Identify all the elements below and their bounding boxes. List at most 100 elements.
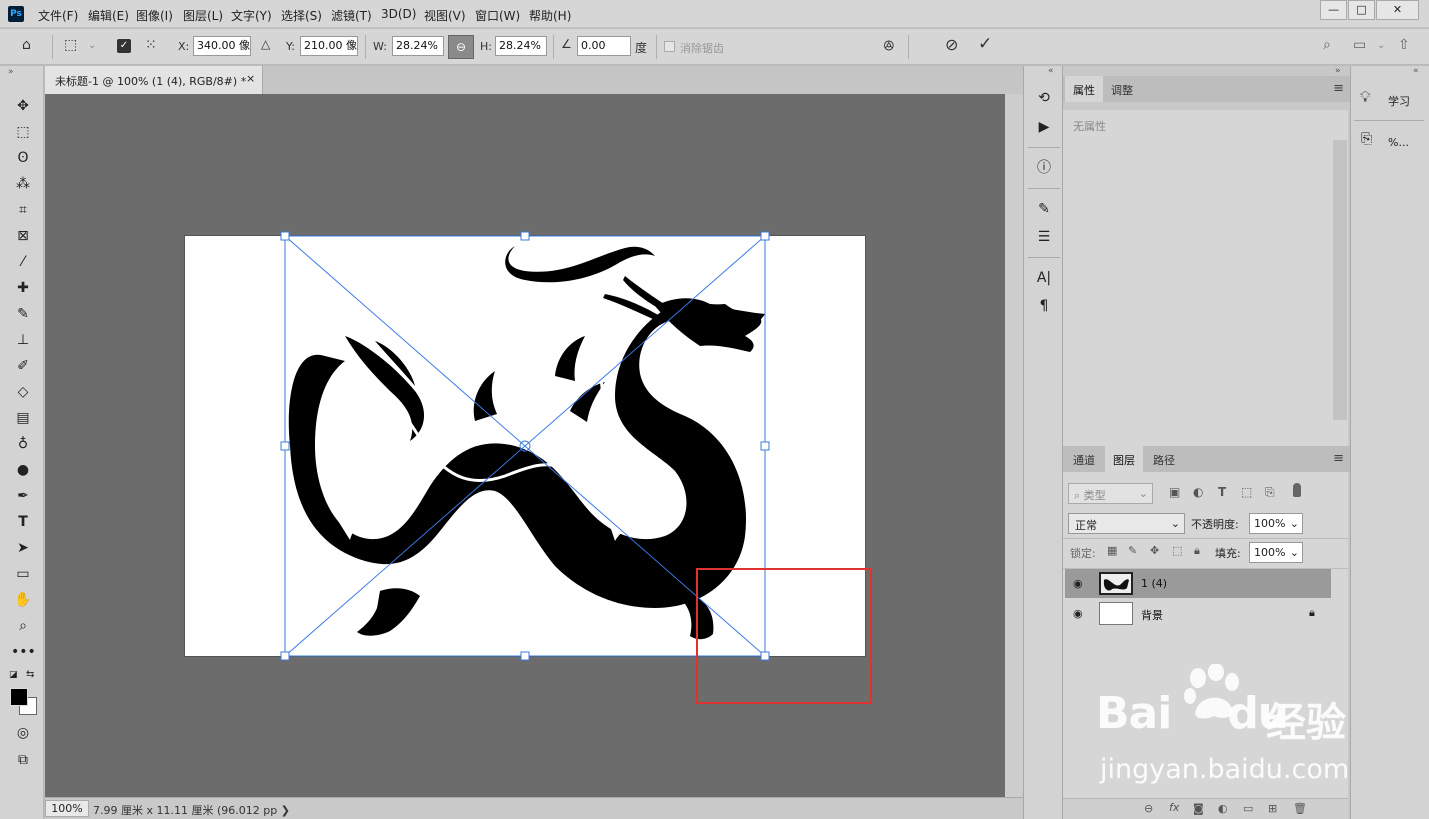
menu-filter[interactable]: 滤镜(T) xyxy=(331,7,372,24)
tab-paths[interactable]: 路径 xyxy=(1145,446,1183,472)
frame-tool-icon[interactable]: ⊠ xyxy=(11,225,35,247)
group-folder-icon[interactable]: ▭ xyxy=(1243,802,1253,815)
fx-icon[interactable]: fx xyxy=(1169,801,1179,814)
cancel-transform-icon[interactable]: ⊘ xyxy=(945,35,958,54)
zoom-tool-icon[interactable]: ⌕ xyxy=(11,615,35,637)
pen-tool-icon[interactable]: ✒ xyxy=(11,485,35,507)
x-position-field[interactable]: 340.00 像素 xyxy=(193,36,251,56)
zoom-field[interactable]: 100% xyxy=(45,800,89,817)
chevron-down-icon[interactable]: ⌄ xyxy=(1377,40,1385,51)
lock-pixels-icon[interactable]: ✎ xyxy=(1128,544,1137,557)
width-field[interactable]: 28.24% xyxy=(392,36,444,56)
lock-artboard-icon[interactable]: ⬚ xyxy=(1172,544,1182,557)
menu-3d[interactable]: 3D(D) xyxy=(381,7,416,21)
brush-settings-icon[interactable]: ✎ xyxy=(1033,198,1055,220)
layer-filter-select[interactable]: ⌕ 类型 ⌄ xyxy=(1068,483,1153,504)
delete-layer-icon[interactable]: 🗑︎ xyxy=(1293,802,1307,815)
hand-tool-icon[interactable]: ✋ xyxy=(11,589,35,611)
dodge-tool-icon[interactable]: ● xyxy=(11,459,35,481)
height-field[interactable]: 28.24% xyxy=(495,36,547,56)
menu-image[interactable]: 图像(I) xyxy=(136,7,173,24)
home-icon[interactable]: ⌂ xyxy=(22,37,31,53)
link-icon[interactable]: ⊖ xyxy=(448,35,474,59)
menu-edit[interactable]: 编辑(E) xyxy=(88,7,129,24)
history-brush-tool-icon[interactable]: ✐ xyxy=(11,355,35,377)
info-icon[interactable]: ⓘ xyxy=(1033,157,1055,179)
tab-properties[interactable]: 属性 xyxy=(1065,76,1103,102)
link-layers-icon[interactable]: ⊖ xyxy=(1144,802,1153,815)
close-icon[interactable]: × xyxy=(246,72,255,85)
workspace-icon[interactable]: ▭ xyxy=(1353,37,1366,53)
reference-point-grid-icon[interactable]: ⁙ xyxy=(145,37,157,53)
angle-field[interactable]: 0.00 xyxy=(577,36,631,56)
lock-position-icon[interactable]: ✥ xyxy=(1150,544,1159,557)
brush-tool-icon[interactable]: ✎ xyxy=(11,303,35,325)
healing-brush-tool-icon[interactable]: ✚ xyxy=(11,277,35,299)
gradient-tool-icon[interactable]: ▤ xyxy=(11,407,35,429)
menu-layer[interactable]: 图层(L) xyxy=(183,7,223,24)
tab-adjustments[interactable]: 调整 xyxy=(1103,76,1141,102)
vertical-scrollbar[interactable] xyxy=(1005,94,1023,797)
quick-mask-icon[interactable]: ◎ xyxy=(11,722,35,744)
default-colors-icon[interactable]: ◪ xyxy=(9,670,18,680)
type-tool-icon[interactable]: T xyxy=(11,511,35,533)
more-tools-icon[interactable]: ••• xyxy=(11,641,36,663)
document-size-info[interactable]: 7.99 厘米 x 11.11 厘米 (96.012 pp ❯ xyxy=(93,802,290,818)
menu-type[interactable]: 文字(Y) xyxy=(231,7,272,24)
eyedropper-tool-icon[interactable]: ⁄ xyxy=(11,251,35,273)
menu-file[interactable]: 文件(F) xyxy=(38,7,78,24)
swap-colors-icon[interactable]: ⇆ xyxy=(26,669,34,680)
canvas-area[interactable] xyxy=(45,94,1005,797)
crop-tool-icon[interactable]: ⌗ xyxy=(11,199,35,221)
chevron-down-icon[interactable]: ⌄ xyxy=(88,40,96,51)
tab-channels[interactable]: 通道 xyxy=(1065,446,1103,472)
panel-menu-icon[interactable]: ≡ xyxy=(1333,81,1344,96)
collapse-panel-icon[interactable]: « xyxy=(1048,66,1054,76)
library-item[interactable]: ⎘ %... xyxy=(1354,124,1424,158)
filter-smart-object-icon[interactable]: ⎘ xyxy=(1265,485,1275,500)
warp-icon[interactable]: ꔮ xyxy=(883,37,895,55)
y-position-field[interactable]: 210.00 像素 xyxy=(300,36,358,56)
new-layer-icon[interactable]: ⊞ xyxy=(1268,802,1277,815)
transform-tool-icon[interactable]: ⬚ xyxy=(64,37,77,53)
path-selection-tool-icon[interactable]: ➤ xyxy=(11,537,35,559)
character-icon[interactable]: A| xyxy=(1033,267,1055,289)
filter-shape-icon[interactable]: ⬚ xyxy=(1241,485,1252,499)
add-mask-icon[interactable]: ◙ xyxy=(1193,802,1204,815)
stamp-tool-icon[interactable]: ⊥ xyxy=(11,329,35,351)
search-icon[interactable]: ⌕ xyxy=(1323,37,1331,53)
learn-item[interactable]: 💡︎ 学习 xyxy=(1354,80,1424,114)
blend-mode-select[interactable]: 正常 ⌄ xyxy=(1068,513,1185,534)
lock-all-icon[interactable]: 🔒︎ xyxy=(1194,544,1200,558)
share-icon[interactable]: ⇧ xyxy=(1398,37,1410,53)
eraser-tool-icon[interactable]: ◇ xyxy=(11,381,35,403)
foreground-color-swatch[interactable] xyxy=(10,688,28,706)
lasso-tool-icon[interactable]: ʘ xyxy=(11,147,35,169)
menu-select[interactable]: 选择(S) xyxy=(281,7,322,24)
collapse-panel-icon[interactable]: « xyxy=(1413,66,1419,76)
magic-wand-tool-icon[interactable]: ⁂ xyxy=(11,173,35,195)
brushes-icon[interactable]: ☰ xyxy=(1033,226,1055,248)
collapse-panel-icon[interactable]: » xyxy=(1335,66,1341,76)
transform-overlay[interactable] xyxy=(45,94,1005,797)
maximize-button[interactable]: □ xyxy=(1348,0,1375,20)
rectangle-tool-icon[interactable]: ▭ xyxy=(11,563,35,585)
lock-transparent-icon[interactable]: ▦ xyxy=(1107,544,1117,557)
fill-field[interactable]: 100% ⌄ xyxy=(1249,542,1303,563)
move-tool-icon[interactable]: ✥ xyxy=(11,95,35,117)
filter-adjustment-icon[interactable]: ◐ xyxy=(1193,485,1203,499)
commit-transform-icon[interactable]: ✓ xyxy=(978,34,992,54)
panel-menu-icon[interactable]: ≡ xyxy=(1333,451,1344,466)
actions-play-icon[interactable]: ▶ xyxy=(1033,116,1055,138)
minimize-button[interactable]: — xyxy=(1320,0,1347,20)
layer-row[interactable]: ◉ 背景 🔒︎ xyxy=(1065,599,1331,628)
filter-toggle-icon[interactable] xyxy=(1293,483,1301,497)
visibility-eye-icon[interactable]: ◉ xyxy=(1073,577,1083,590)
marquee-tool-icon[interactable]: ⬚ xyxy=(11,121,35,143)
opacity-field[interactable]: 100% ⌄ xyxy=(1249,513,1303,534)
document-tab[interactable]: 未标题-1 @ 100% (1 (4), RGB/8#) * × xyxy=(45,66,263,94)
layer-name[interactable]: 1 (4) xyxy=(1141,577,1167,590)
visibility-eye-icon[interactable]: ◉ xyxy=(1073,607,1083,620)
reference-point-checkbox[interactable]: ✓ xyxy=(117,39,131,53)
menu-help[interactable]: 帮助(H) xyxy=(529,7,571,24)
